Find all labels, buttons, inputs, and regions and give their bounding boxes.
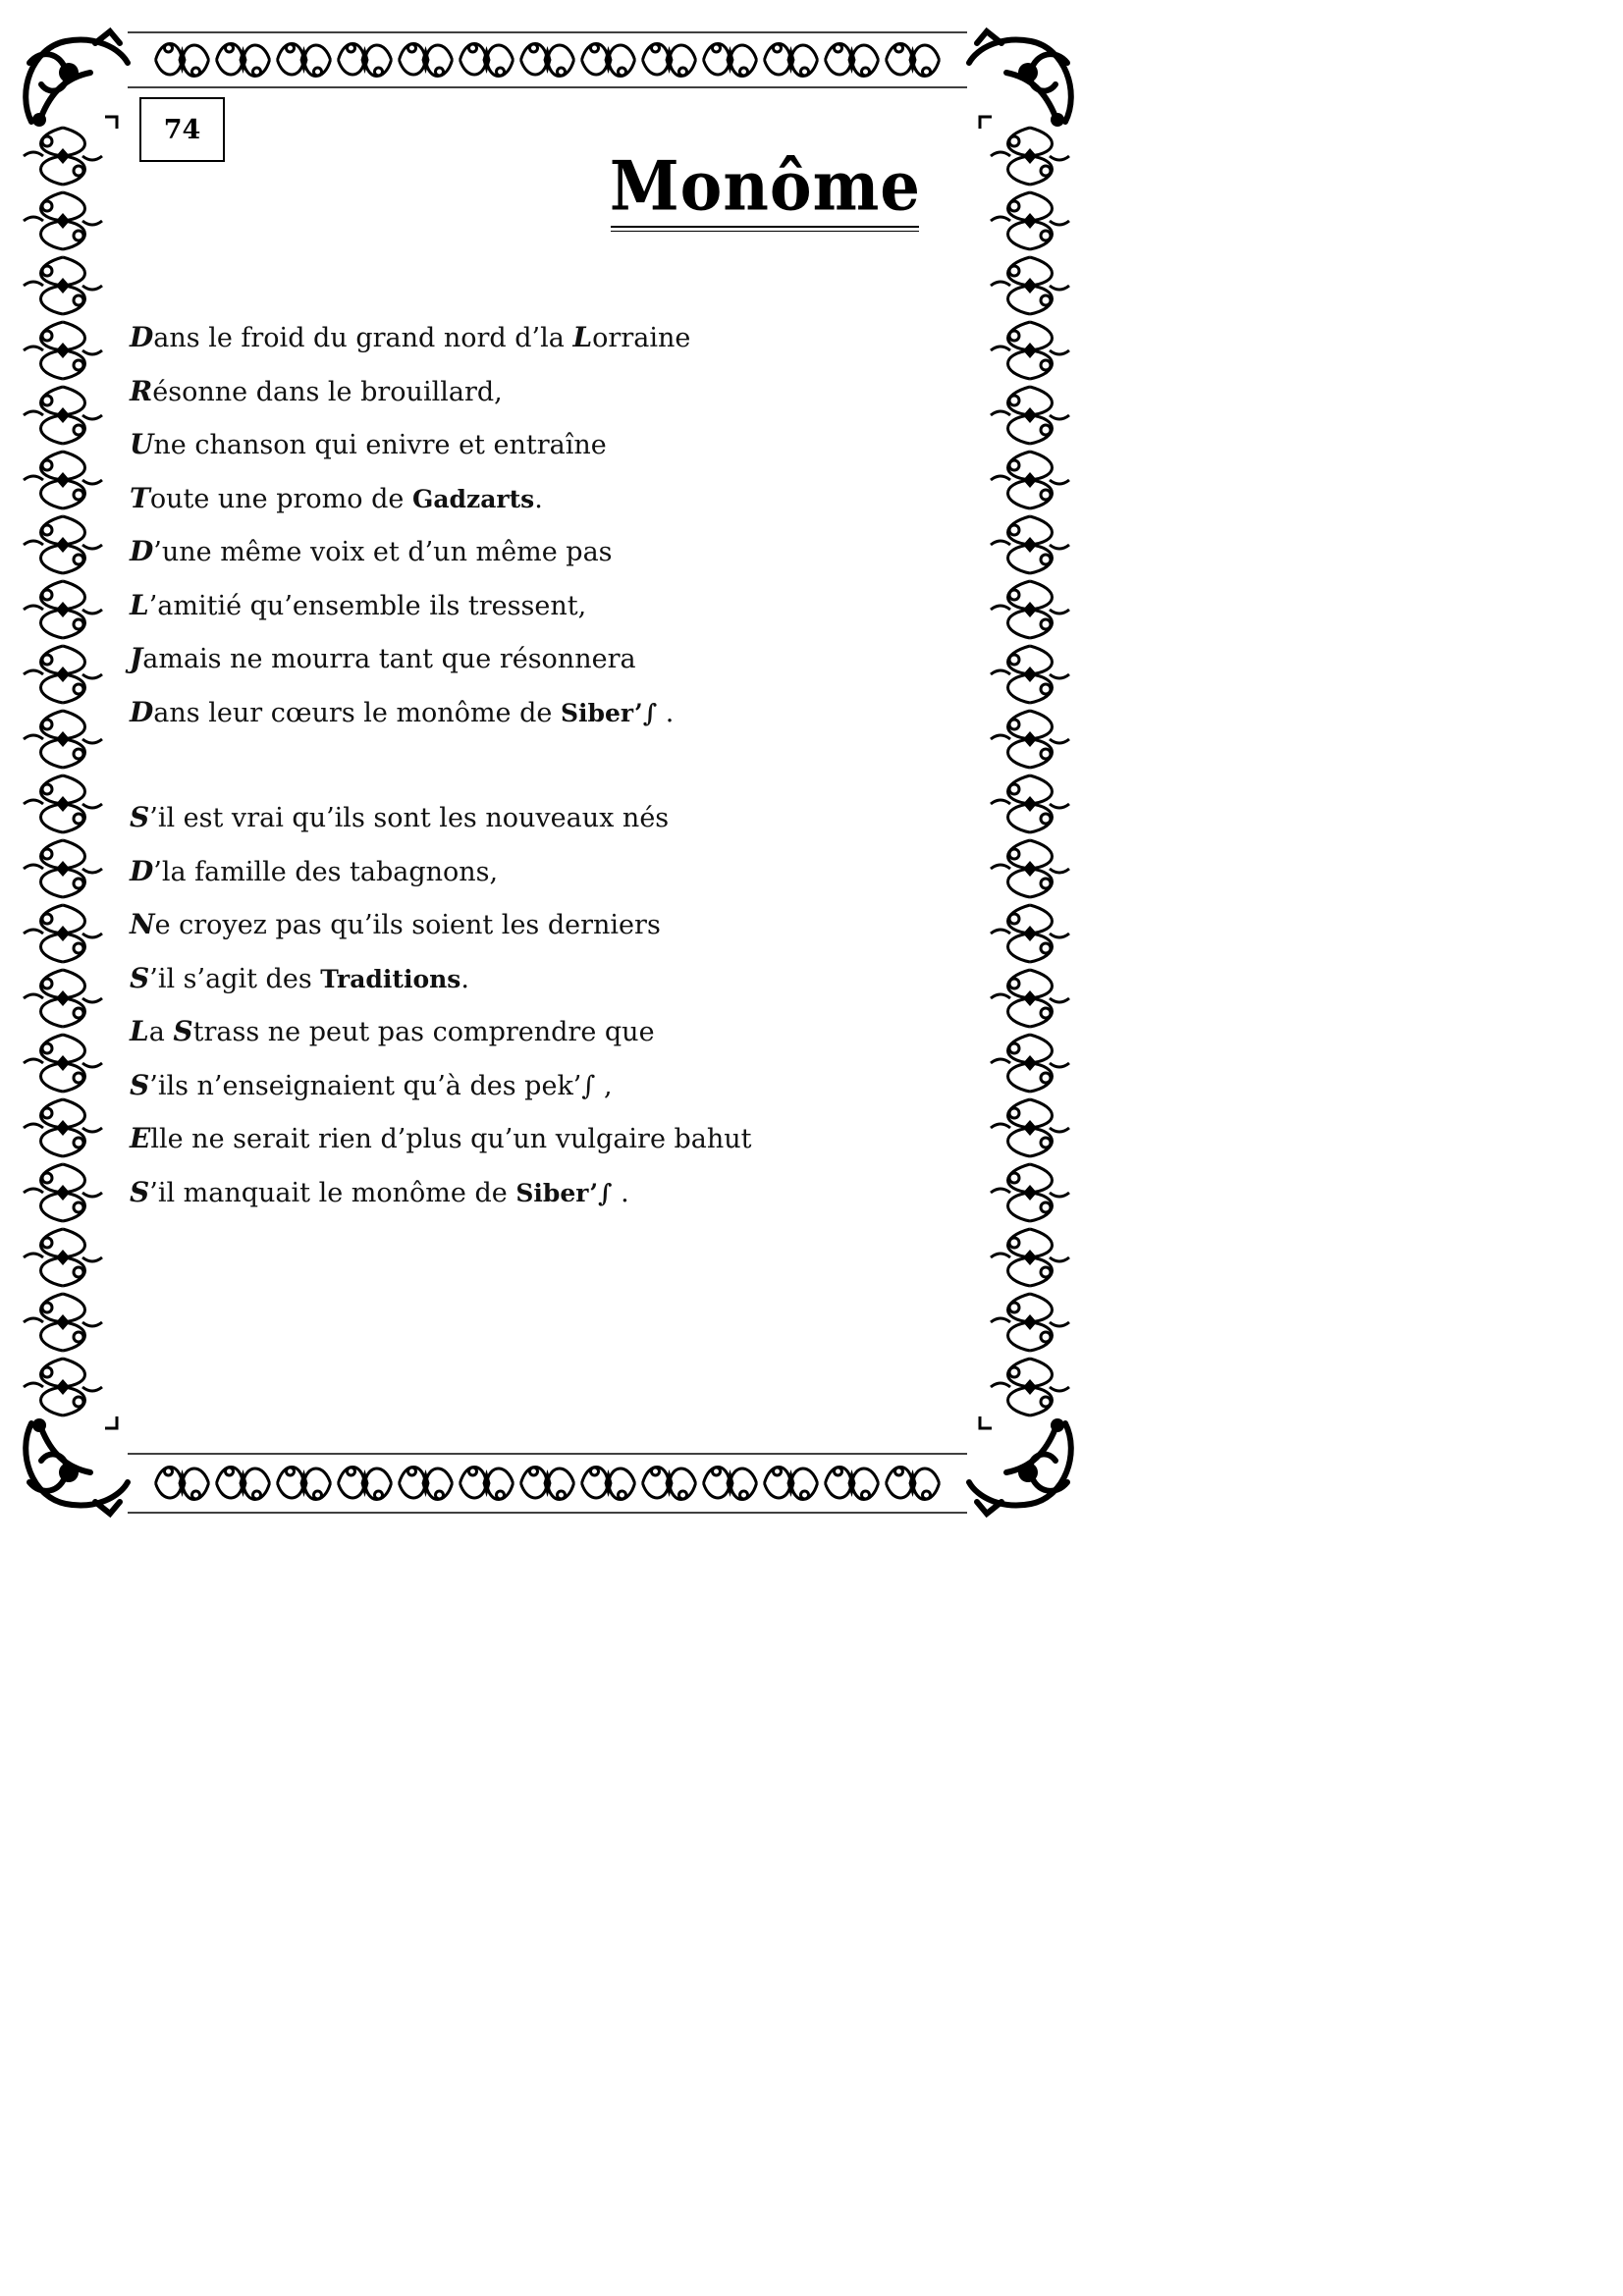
verse-line: L’amitié qu’ensemble ils tressent, [130,589,586,623]
verse-text: ans leur cœurs le monôme de [153,697,561,728]
verse-text: orraine [592,323,691,353]
verse-line: D’une même voix et d’un même pas [130,535,613,569]
verse-text: ’ils n’enseignaient qu’à des pek’∫ , [149,1070,613,1101]
verse-line: Dans leur cœurs le monôme de Siber’∫ . [130,696,674,730]
ornamental-border-right [985,120,1075,1423]
verse-line: La Strass ne peut pas comprendre que [130,1015,655,1049]
verse-text: ésonne dans le brouillard, [152,376,503,407]
verse-text: ’il s’agit des [149,963,321,994]
decorative-initial: E [130,1122,151,1154]
decorative-initial: D [130,535,154,567]
verse-text: ne chanson qui enivre et entraîne [153,430,607,460]
verse-line: Résonne dans le brouillard, [130,375,503,409]
decorative-initial: N [130,908,155,940]
verse-line: Toute une promo de Gadzarts. [130,482,543,516]
verse-text: oute une promo de [149,483,412,514]
gothic-word: Siber’∫ [515,1178,613,1207]
verse-text: ’il est vrai qu’ils sont les nouveaux né… [149,803,670,833]
decorative-initial: L [130,1015,149,1047]
verse-line: S’ils n’enseignaient qu’à des pek’∫ , [130,1069,613,1103]
title-block: Monôme [607,147,921,236]
verse-text: . [612,1177,629,1208]
ornamental-border-left [18,120,108,1423]
verse-line: Dans le froid du grand nord d’la Lorrain… [130,321,690,355]
verse-line: Une chanson qui enivre et entraîne [130,428,607,462]
verse-text: amais ne mourra tant que résonnera [142,644,636,674]
verse-line: S’il manquait le monôme de Siber’∫ . [130,1176,629,1210]
verse-text: e croyez pas qu’ils soient les derniers [154,910,661,940]
decorative-initial: S [130,961,150,994]
verse-text: a [148,1017,174,1047]
decorative-initial: L [572,321,593,353]
document-page: 74 Monôme Dans le froid du grand nord d’… [0,0,1093,1546]
verse-text: lle ne serait rien d’plus qu’un vulgaire… [150,1124,752,1154]
verse-text: . [534,483,543,514]
decorative-initial: S [130,801,150,833]
verse-line: D’la famille des tabagnons, [130,855,498,889]
page-number-box: 74 [139,97,225,162]
verse-text: trass ne peut pas comprendre que [192,1017,655,1047]
verse-text: ’une même voix et d’un même pas [153,537,613,567]
decorative-initial: S [130,1068,150,1101]
gothic-word: Traditions [320,964,461,993]
ornamental-border-top [128,29,967,90]
verse-text: ’il manquait le monôme de [149,1177,516,1208]
decorative-initial: J [130,642,143,674]
decorative-initial: S [173,1015,193,1047]
decorative-initial: S [130,1175,150,1208]
verse-line: S’il est vrai qu’ils sont les nouveaux n… [130,801,669,835]
title-underline-thin [611,231,919,232]
decorative-initial: T [130,481,150,514]
verse-text: ans le froid du grand nord d’la [153,323,573,353]
verse-line: S’il s’agit des Traditions. [130,962,469,996]
page-title: Monôme [609,147,921,227]
decorative-initial: U [130,428,154,460]
ornamental-border-bottom [128,1451,967,1516]
verse-line: Jamais ne mourra tant que résonnera [130,642,636,676]
gothic-word: Siber’∫ [560,698,658,727]
decorative-initial: D [130,695,154,728]
decorative-initial: D [130,321,154,353]
verse-line: Ne croyez pas qu’ils soient les derniers [130,908,661,942]
decorative-initial: D [130,854,154,887]
verse-line: Elle ne serait rien d’plus qu’un vulgair… [130,1122,752,1156]
verse-text: ’la famille des tabagnons, [153,856,499,887]
gothic-word: Gadzarts [411,484,535,513]
verse-text: . [657,697,675,728]
title-underline [611,226,919,228]
decorative-initial: R [130,374,153,407]
verse-text: ’amitié qu’ensemble ils tressent, [148,590,587,621]
decorative-initial: L [130,588,149,621]
verse-text: . [460,963,469,994]
page-number: 74 [163,114,201,145]
